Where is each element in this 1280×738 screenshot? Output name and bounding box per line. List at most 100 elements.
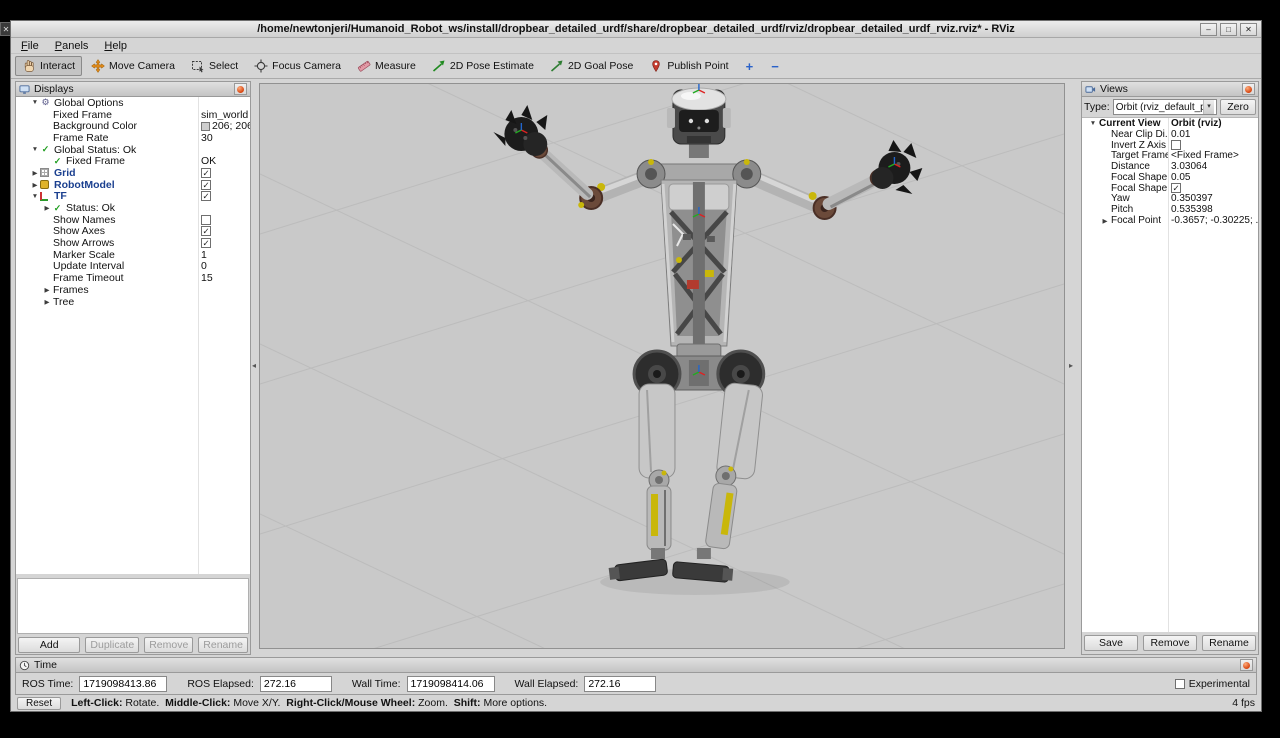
tree-row[interactable]: ▶Tree xyxy=(16,296,250,308)
tree-row[interactable]: Near Clip Di...0.01 xyxy=(1082,129,1258,140)
checkbox[interactable]: ✓ xyxy=(201,191,211,201)
remove-display-button[interactable]: Remove xyxy=(144,637,193,653)
tree-row[interactable]: Update Interval0 xyxy=(16,261,250,273)
tree-row[interactable]: ▶RobotModel✓ xyxy=(16,179,250,191)
checkbox[interactable]: ✓ xyxy=(201,180,211,190)
tree-row[interactable]: Marker Scale1 xyxy=(16,249,250,261)
property-value[interactable]: -0.3657; -0.30225; ... xyxy=(1171,215,1258,226)
displays-panel-close-button[interactable] xyxy=(234,83,247,95)
ros-elapsed-field[interactable] xyxy=(260,676,332,692)
property-value[interactable]: sim_world xyxy=(201,109,248,121)
minimize-button[interactable]: – xyxy=(1200,23,1217,36)
save-view-button[interactable]: Save xyxy=(1084,635,1138,651)
add-tool-button[interactable]: + xyxy=(738,58,762,75)
property-value[interactable]: 0.350397 xyxy=(1171,194,1213,205)
property-value[interactable]: OK xyxy=(201,155,216,167)
ros-time-field[interactable] xyxy=(79,676,167,692)
checkbox[interactable]: ✓ xyxy=(1171,183,1181,193)
tree-row[interactable]: Distance3.03064 xyxy=(1082,161,1258,172)
expander-closed-icon[interactable]: ▶ xyxy=(42,204,52,212)
expander-open-icon[interactable]: ▼ xyxy=(30,193,40,200)
property-value[interactable]: 206; 206; 206 xyxy=(212,120,250,132)
tree-row[interactable]: Show Arrows✓ xyxy=(16,237,250,249)
tree-row[interactable]: ▶Focal Point-0.3657; -0.30225; ... xyxy=(1082,215,1258,226)
property-value[interactable]: 3.03064 xyxy=(1171,161,1207,172)
menu-panels[interactable]: Panels xyxy=(47,39,97,53)
property-value[interactable]: 0 xyxy=(201,261,207,273)
tree-row[interactable]: Focal Shape...0.05 xyxy=(1082,172,1258,183)
duplicate-display-button[interactable]: Duplicate xyxy=(85,637,139,653)
tool-2d-goal-pose[interactable]: 2D Goal Pose xyxy=(543,56,640,76)
property-value[interactable]: 0.05 xyxy=(1171,172,1190,183)
expander-closed-icon[interactable]: ▶ xyxy=(30,181,40,189)
tool-interact[interactable]: Interact xyxy=(15,56,82,76)
tree-row[interactable]: ▶✓Status: Ok xyxy=(16,202,250,214)
property-value[interactable]: <Fixed Frame> xyxy=(1171,150,1239,161)
expander-open-icon[interactable]: ▼ xyxy=(30,146,40,153)
wall-time-field[interactable] xyxy=(407,676,495,692)
menu-file[interactable]: File xyxy=(13,39,47,53)
checkbox[interactable]: ✓ xyxy=(201,226,211,236)
tool-2d-pose-estimate[interactable]: 2D Pose Estimate xyxy=(425,56,541,76)
tree-row[interactable]: ▼✓Global Status: Ok xyxy=(16,144,250,156)
view-type-select[interactable]: Orbit (rviz_default_plugins) ▾ xyxy=(1113,99,1217,115)
expander-closed-icon[interactable]: ▶ xyxy=(30,169,40,177)
tree-row[interactable]: ✓Fixed FrameOK xyxy=(16,155,250,167)
close-button[interactable]: ✕ xyxy=(1240,23,1257,36)
tool-publish-point[interactable]: Publish Point xyxy=(642,56,735,76)
render-view[interactable] xyxy=(259,83,1065,649)
tree-row[interactable]: Show Names xyxy=(16,214,250,226)
tree-row[interactable]: ▼⚙Global Options xyxy=(16,97,250,109)
expander-closed-icon[interactable]: ▶ xyxy=(42,286,52,294)
color-swatch[interactable] xyxy=(201,122,210,131)
tree-row[interactable]: ▼TF✓ xyxy=(16,191,250,203)
checkbox[interactable]: ✓ xyxy=(201,168,211,178)
tree-row[interactable]: Show Axes✓ xyxy=(16,226,250,238)
tree-row[interactable]: ▶Grid✓ xyxy=(16,167,250,179)
expander-closed-icon[interactable]: ▶ xyxy=(1100,217,1110,225)
tree-row[interactable]: ▼Current ViewOrbit (rviz) xyxy=(1082,118,1258,129)
expander-open-icon[interactable]: ▼ xyxy=(1088,120,1098,127)
tree-row[interactable]: Focal Shape...✓ xyxy=(1082,183,1258,194)
reset-button[interactable]: Reset xyxy=(17,697,61,710)
tree-row[interactable]: Background Color206; 206; 206 xyxy=(16,120,250,132)
remove-view-button[interactable]: Remove xyxy=(1143,635,1197,651)
tree-row[interactable]: Invert Z Axis xyxy=(1082,140,1258,151)
tool-move-camera[interactable]: Move Camera xyxy=(84,56,182,76)
property-value[interactable]: 15 xyxy=(201,272,213,284)
maximize-button[interactable]: □ xyxy=(1220,23,1237,36)
time-panel-close-button[interactable] xyxy=(1240,659,1253,671)
tree-row[interactable]: Frame Rate30 xyxy=(16,132,250,144)
collapse-displays-panel-arrow[interactable]: ◂ xyxy=(250,357,258,373)
checkbox[interactable] xyxy=(201,215,211,225)
collapse-views-panel-arrow[interactable]: ▸ xyxy=(1067,357,1075,373)
tool-focus-camera[interactable]: Focus Camera xyxy=(247,56,348,76)
checkbox[interactable]: ✓ xyxy=(201,238,211,248)
tree-row[interactable]: Pitch0.535398 xyxy=(1082,204,1258,215)
property-value[interactable]: 1 xyxy=(201,249,207,261)
views-panel-close-button[interactable] xyxy=(1242,83,1255,95)
checkbox[interactable] xyxy=(1171,140,1181,150)
zero-view-button[interactable]: Zero xyxy=(1220,99,1256,115)
tree-row[interactable]: Yaw0.350397 xyxy=(1082,194,1258,205)
expander-open-icon[interactable]: ▼ xyxy=(30,99,40,106)
property-value[interactable]: Orbit (rviz) xyxy=(1171,118,1222,129)
add-display-button[interactable]: Add xyxy=(18,637,80,653)
remove-tool-button[interactable]: − xyxy=(763,58,787,75)
tree-row[interactable]: ▶Frames xyxy=(16,284,250,296)
tree-row[interactable]: Target Frame<Fixed Frame> xyxy=(1082,150,1258,161)
rename-display-button[interactable]: Rename xyxy=(198,637,248,653)
property-value[interactable]: 0.01 xyxy=(1171,129,1190,140)
property-value[interactable]: 0.535398 xyxy=(1171,204,1213,215)
rename-view-button[interactable]: Rename xyxy=(1202,635,1256,651)
menu-help[interactable]: Help xyxy=(96,39,135,53)
tree-row[interactable]: Fixed Framesim_world xyxy=(16,109,250,121)
tree-row[interactable]: Frame Timeout15 xyxy=(16,272,250,284)
experimental-checkbox[interactable] xyxy=(1175,679,1185,689)
time-panel-header[interactable]: Time xyxy=(16,658,1256,673)
expander-closed-icon[interactable]: ▶ xyxy=(42,298,52,306)
wall-elapsed-field[interactable] xyxy=(584,676,656,692)
property-value[interactable]: 30 xyxy=(201,132,213,144)
tool-select[interactable]: Select xyxy=(184,56,245,76)
views-panel-header[interactable]: Views xyxy=(1082,82,1258,97)
